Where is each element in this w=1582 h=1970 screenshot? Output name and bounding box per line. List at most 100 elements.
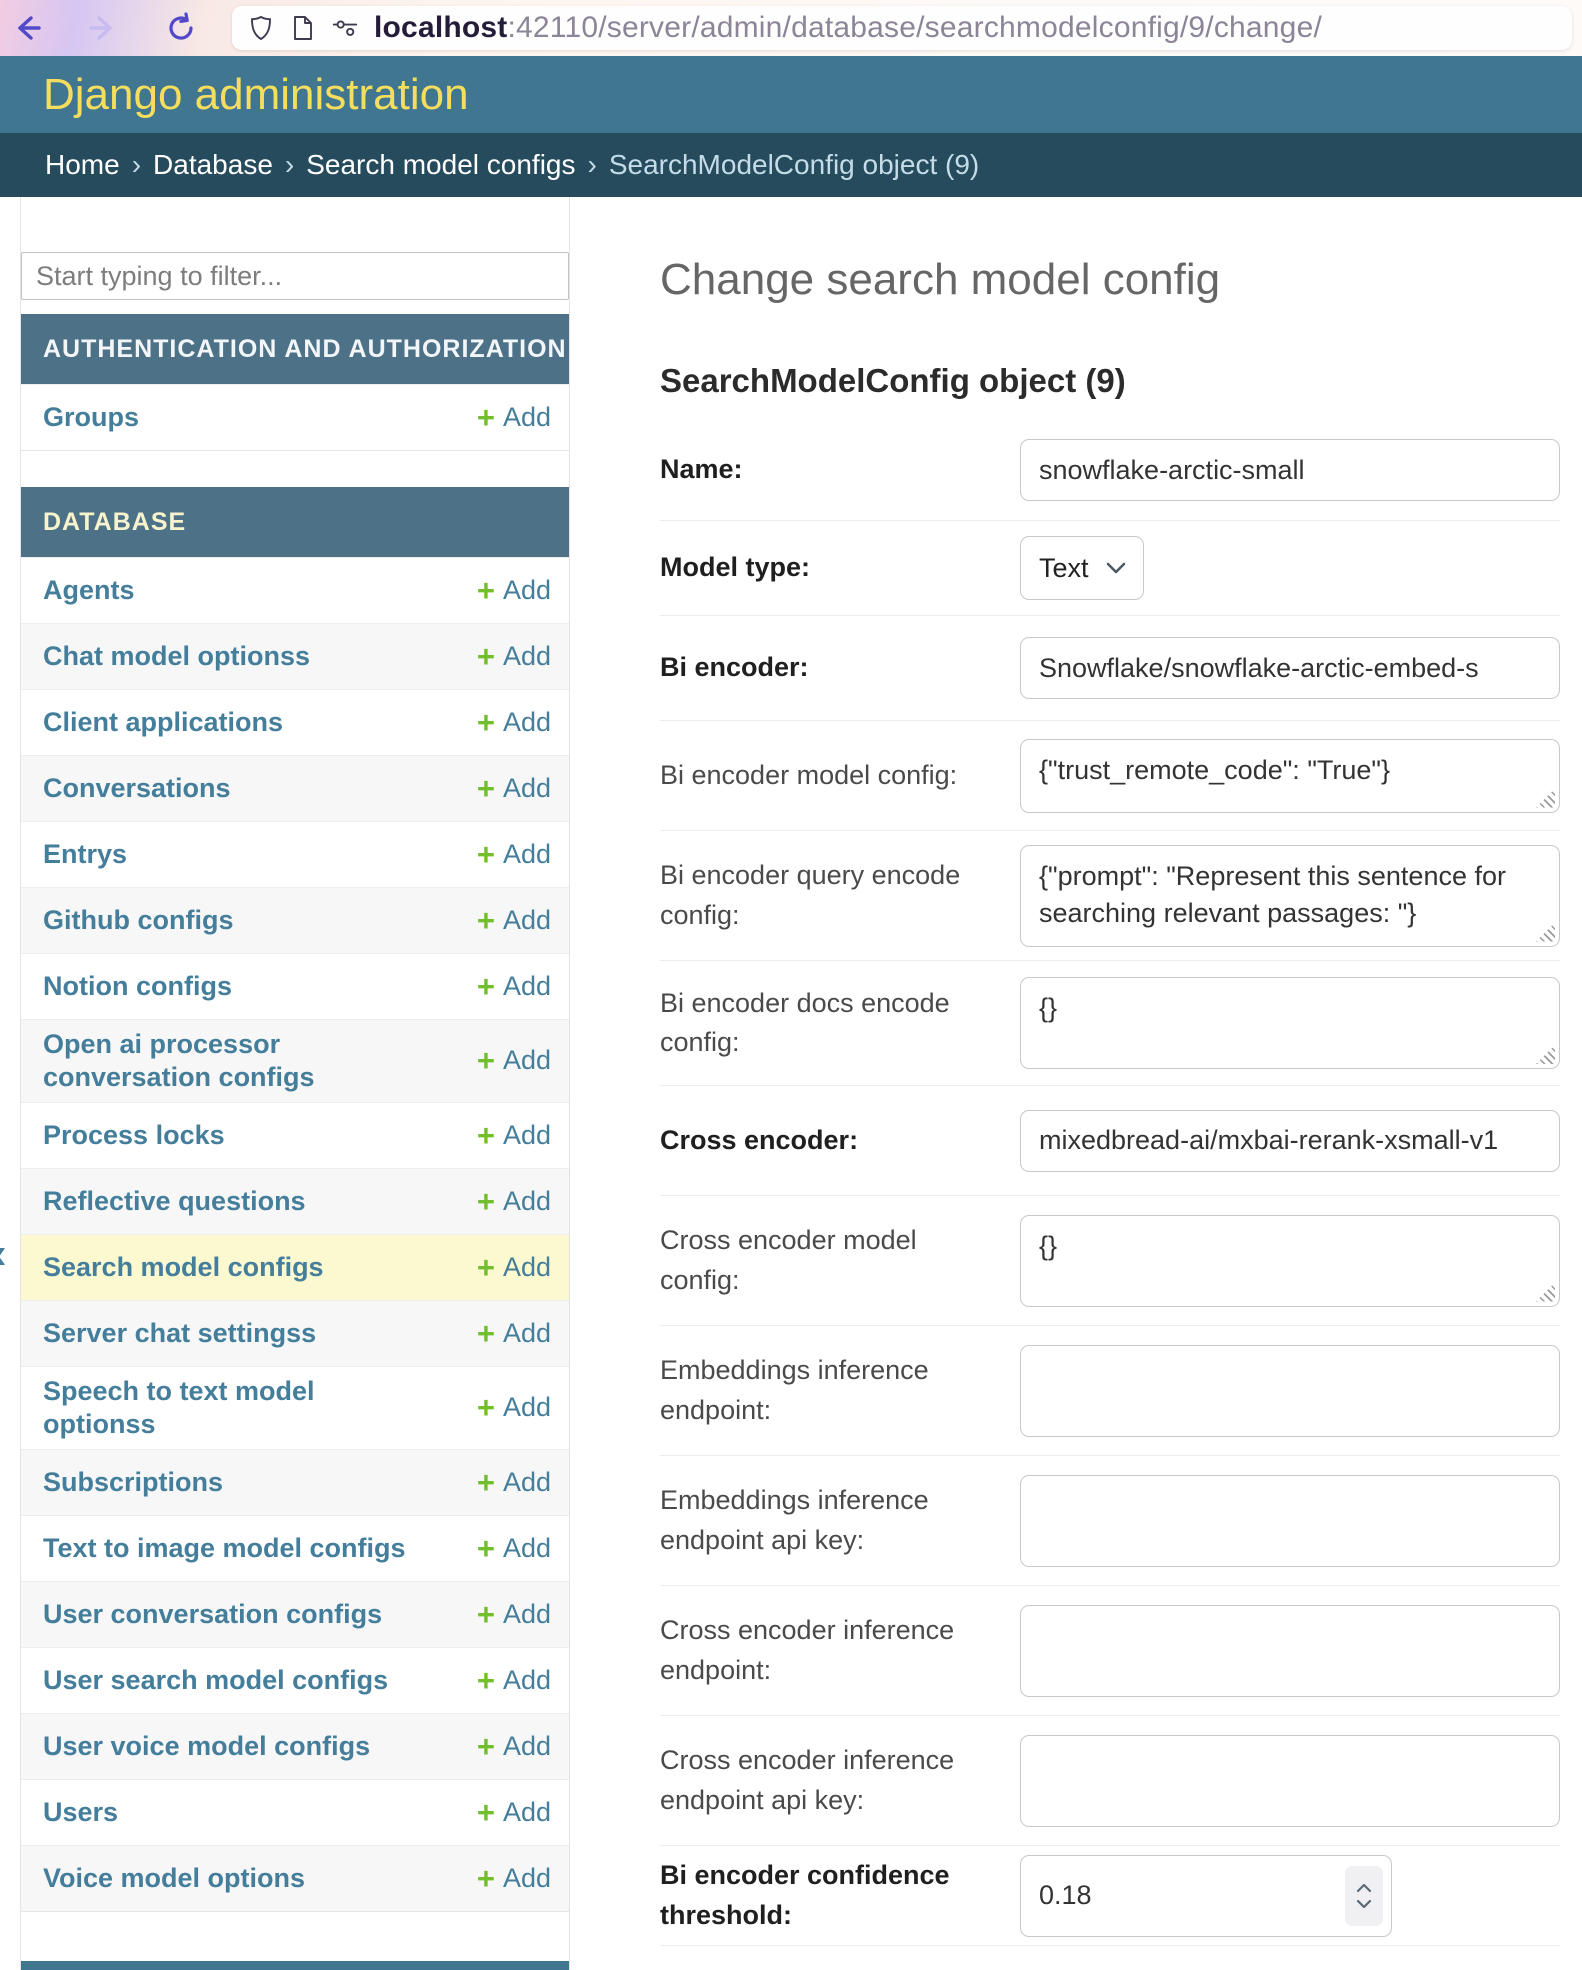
add-link[interactable]: +Add [477,1252,551,1283]
plus-icon: + [477,1599,495,1630]
sidebar-section-caption[interactable]: DATABASE [21,487,569,557]
sidebar-bottom-bar [21,1961,569,1970]
site-permissions-icon[interactable] [332,15,358,41]
field-row-bi-encoder: Bi encoder: [660,615,1560,720]
add-link-label: Add [503,707,551,738]
change-form: Name:Model type:TextBi encoder:Bi encode… [660,420,1560,1946]
name-input[interactable] [1020,439,1560,501]
breadcrumb-link[interactable]: Search model configs [306,149,575,181]
model-link[interactable]: Subscriptions [43,1466,223,1499]
model-link[interactable]: Speech to text model optionss [43,1375,428,1441]
add-link[interactable]: +Add [477,773,551,804]
add-link[interactable]: +Add [477,575,551,606]
field-control [1020,1215,1560,1307]
cross-encoder-inference-endpoint-api-key-input[interactable] [1020,1735,1560,1827]
add-link[interactable]: +Add [477,1797,551,1828]
model-link[interactable]: User search model configs [43,1664,388,1697]
model-link[interactable]: Text to image model configs [43,1532,406,1565]
add-link[interactable]: +Add [477,1665,551,1696]
bi-encoder-model-config-textarea[interactable] [1020,739,1560,813]
add-link[interactable]: +Add [477,402,551,433]
page-icon[interactable] [290,15,316,41]
cross-encoder-input[interactable] [1020,1110,1560,1172]
add-link[interactable]: +Add [477,1318,551,1349]
cross-encoder-model-config-textarea[interactable] [1020,1215,1560,1307]
site-title[interactable]: Django administration [43,70,469,120]
sidebar-collapse-toggle[interactable]: ‹ [0,1232,7,1276]
add-link-label: Add [503,1252,551,1283]
add-link[interactable]: +Add [477,1863,551,1894]
add-link[interactable]: +Add [477,971,551,1002]
plus-icon: + [477,971,495,1002]
embeddings-inference-endpoint-input[interactable] [1020,1345,1560,1437]
address-bar[interactable]: localhost:42110/server/admin/database/se… [232,6,1572,50]
add-link-label: Add [503,773,551,804]
sidebar-item-subscriptions: Subscriptions +Add [21,1449,569,1515]
model-link[interactable]: Notion configs [43,970,232,1003]
breadcrumb-link[interactable]: Home [45,149,120,181]
field-row-embeddings-inference-endpoint: Embeddings inference endpoint: [660,1325,1560,1455]
bi-encoder-query-encode-config-textarea[interactable] [1020,845,1560,947]
model-link[interactable]: User conversation configs [43,1598,382,1631]
field-control [1020,1110,1560,1172]
bi-encoder-input[interactable] [1020,637,1560,699]
field-label-embeddings-inference-endpoint-api-key: Embeddings inference endpoint api key: [660,1481,1020,1559]
sidebar-filter-input[interactable] [21,252,569,300]
add-link[interactable]: +Add [477,1045,551,1076]
add-link[interactable]: +Add [477,1392,551,1423]
model-link[interactable]: User voice model configs [43,1730,370,1763]
model-link[interactable]: Agents [43,574,135,607]
model-link[interactable]: Reflective questions [43,1185,306,1218]
number-spinner[interactable] [1345,1866,1383,1926]
model-link[interactable]: Groups [43,401,139,434]
model-link[interactable]: Voice model options [43,1862,305,1895]
reload-button[interactable] [164,11,198,45]
model-link[interactable]: Process locks [43,1119,225,1152]
model-link[interactable]: Search model configs [43,1251,324,1284]
model-link[interactable]: Entrys [43,838,127,871]
add-link[interactable]: +Add [477,905,551,936]
field-row-bi-encoder-docs-encode-config: Bi encoder docs encode config: [660,960,1560,1085]
bi-encoder-docs-encode-config-textarea[interactable] [1020,977,1560,1069]
sidebar-item-conversations: Conversations +Add [21,755,569,821]
breadcrumb-link[interactable]: Database [153,149,273,181]
django-header: Django administration [0,56,1582,133]
model-link[interactable]: Users [43,1796,118,1829]
nav-sidebar: AUTHENTICATION AND AUTHORIZATIONGroups+A… [20,197,570,1970]
model-link[interactable]: Chat model optionss [43,640,310,673]
sidebar-section-caption[interactable]: AUTHENTICATION AND AUTHORIZATION [21,314,569,384]
textarea-wrap [1020,977,1560,1069]
plus-icon: + [477,1392,495,1423]
url-path: :42110/server/admin/database/searchmodel… [508,11,1323,44]
field-control [1020,845,1560,947]
add-link[interactable]: +Add [477,1533,551,1564]
field-control [1020,739,1560,813]
model-link[interactable]: Open ai processor conversation configs [43,1028,428,1094]
model-type-select[interactable]: Text [1020,536,1144,600]
sidebar-item-reflective-questions: Reflective questions +Add [21,1168,569,1234]
model-link[interactable]: Conversations [43,772,231,805]
cross-encoder-inference-endpoint-input[interactable] [1020,1605,1560,1697]
add-link[interactable]: +Add [477,1120,551,1151]
add-link[interactable]: +Add [477,839,551,870]
model-link[interactable]: Server chat settingss [43,1317,316,1350]
back-button[interactable] [10,11,44,45]
add-link[interactable]: +Add [477,1186,551,1217]
shield-icon[interactable] [248,15,274,41]
bi-encoder-confidence-threshold-input[interactable] [1020,1855,1392,1937]
add-link[interactable]: +Add [477,641,551,672]
add-link[interactable]: +Add [477,1467,551,1498]
model-link[interactable]: Client applications [43,706,283,739]
page-title: Change search model config [660,255,1220,305]
forward-button[interactable] [86,11,120,45]
embeddings-inference-endpoint-api-key-input[interactable] [1020,1475,1560,1567]
add-link[interactable]: +Add [477,1599,551,1630]
model-link[interactable]: Github configs [43,904,233,937]
plus-icon: + [477,1045,495,1076]
add-link[interactable]: +Add [477,1731,551,1762]
breadcrumb-separator: › [285,149,294,181]
field-label-bi-encoder: Bi encoder: [660,648,1020,687]
add-link[interactable]: +Add [477,707,551,738]
browser-toolbar: localhost:42110/server/admin/database/se… [0,0,1582,56]
field-row-embeddings-inference-endpoint-api-key: Embeddings inference endpoint api key: [660,1455,1560,1585]
